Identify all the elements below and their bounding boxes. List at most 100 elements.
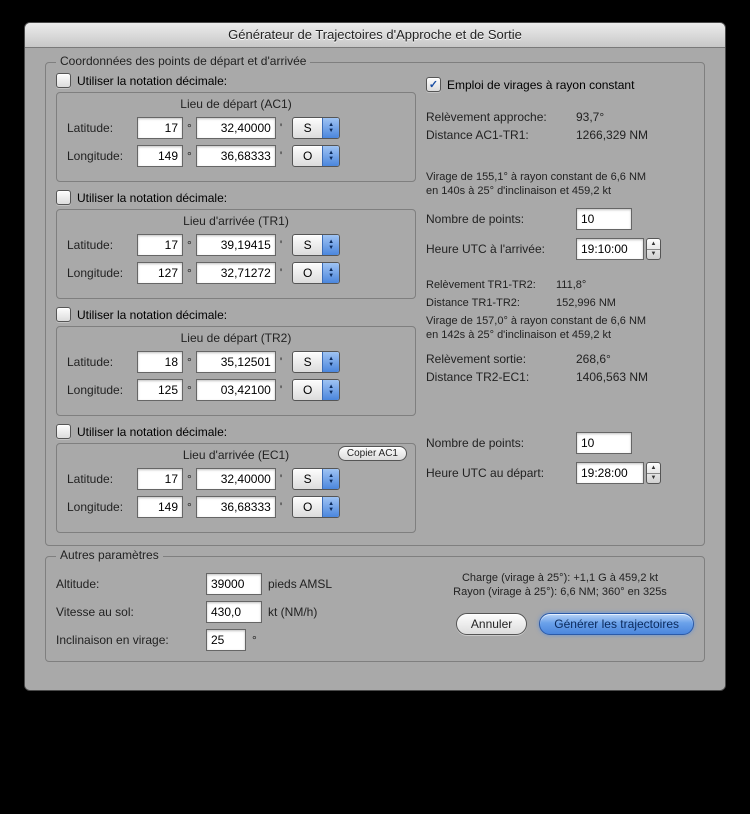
load-info: Charge (virage à 25°): +1,1 G à 459,2 kt — [426, 571, 694, 585]
decimal-checkbox-tr1[interactable] — [56, 190, 71, 205]
utc-dep-stepper[interactable]: ▲▼ — [646, 462, 661, 484]
rel-tr1tr2-value: 111,8° — [556, 278, 586, 292]
utc-dep-label: Heure UTC au départ: — [426, 466, 576, 480]
alt-label: Altitude: — [56, 577, 206, 591]
appr-bearing-label: Relèvement approche: — [426, 110, 576, 124]
decimal-checkbox-tr2[interactable] — [56, 307, 71, 322]
decimal-label-ac1: Utiliser la notation décimale: — [77, 74, 227, 88]
npoints2-label: Nombre de points: — [426, 436, 576, 450]
tr2-lat-deg-input[interactable] — [137, 351, 183, 373]
bank-input[interactable] — [206, 629, 246, 651]
rel-sortie-label: Relèvement sortie: — [426, 352, 576, 366]
dist-ac1tr1-value: 1266,329 NM — [576, 128, 648, 142]
ec1-lon-label: Longitude: — [67, 500, 137, 514]
ec1-lon-deg-input[interactable] — [137, 496, 183, 518]
window-title: Générateur de Trajectoires d'Approche et… — [25, 23, 725, 48]
turn2-info-line1: Virage de 157,0° à rayon constant de 6,6… — [426, 314, 694, 328]
ec1-lon-min-input[interactable] — [196, 496, 276, 518]
ac1-lon-deg-input[interactable] — [137, 145, 183, 167]
utc-arr-stepper[interactable]: ▲▼ — [646, 238, 661, 260]
tr2-lat-min-input[interactable] — [196, 351, 276, 373]
ac1-lat-deg-input[interactable] — [137, 117, 183, 139]
dist-tr1tr2-value: 152,996 NM — [556, 296, 616, 310]
dist-tr2ec1-value: 1406,563 NM — [576, 370, 648, 384]
ec1-lon-hemi-select[interactable]: O ▲▼ — [292, 496, 340, 518]
chevrons-icon: ▲▼ — [322, 146, 339, 166]
ac1-lat-hemi-select[interactable]: S ▲▼ — [292, 117, 340, 139]
client-area: Coordonnées des points de départ et d'ar… — [25, 48, 725, 690]
alt-unit: pieds AMSL — [268, 577, 332, 591]
npoints2-input[interactable] — [576, 432, 632, 454]
tr2-lon-deg-input[interactable] — [137, 379, 183, 401]
utc-arr-label: Heure UTC à l'arrivée: — [426, 242, 576, 256]
ac1-lon-label: Longitude: — [67, 149, 137, 163]
ac1-lat-min-input[interactable] — [196, 117, 276, 139]
tr1-lon-deg-input[interactable] — [137, 262, 183, 284]
tr2-lon-label: Longitude: — [67, 383, 137, 397]
rel-sortie-value: 268,6° — [576, 352, 611, 366]
decimal-checkbox-ec1[interactable] — [56, 424, 71, 439]
npoints1-input[interactable] — [576, 208, 632, 230]
coords-fieldset: Coordonnées des points de départ et d'ar… — [45, 62, 705, 546]
bank-label: Inclinaison en virage: — [56, 633, 206, 647]
chevrons-icon: ▲▼ — [322, 380, 339, 400]
constant-radius-checkbox[interactable] — [426, 77, 441, 92]
gs-input[interactable] — [206, 601, 262, 623]
tr2-lat-label: Latitude: — [67, 355, 137, 369]
chevrons-icon: ▲▼ — [322, 235, 339, 255]
tr1-lon-min-input[interactable] — [196, 262, 276, 284]
appr-bearing-value: 93,7° — [576, 110, 604, 124]
tr1-title: Lieu d'arrivée (TR1) — [57, 214, 415, 228]
tr1-lat-label: Latitude: — [67, 238, 137, 252]
copy-ac1-button[interactable]: Copier AC1 — [338, 446, 407, 461]
generate-button[interactable]: Générer les trajectoires — [539, 613, 694, 635]
params-fieldset: Autres paramètres Altitude: pieds AMSL V… — [45, 556, 705, 662]
ac1-box: Lieu de départ (AC1) Latitude: ° ' S ▲▼ — [56, 92, 416, 182]
bank-unit: ° — [252, 633, 257, 647]
tr2-lon-min-input[interactable] — [196, 379, 276, 401]
ec1-box: Lieu d'arrivée (EC1) Copier AC1 Latitude… — [56, 443, 416, 533]
radius-info: Rayon (virage à 25°): 6,6 NM; 360° en 32… — [426, 585, 694, 599]
chevrons-icon: ▲▼ — [322, 118, 339, 138]
utc-dep-input[interactable] — [576, 462, 644, 484]
dist-tr1tr2-label: Distance TR1-TR2: — [426, 296, 556, 310]
gs-unit: kt (NM/h) — [268, 605, 317, 619]
tr1-lon-hemi-select[interactable]: O ▲▼ — [292, 262, 340, 284]
tr1-lat-min-input[interactable] — [196, 234, 276, 256]
tr2-title: Lieu de départ (TR2) — [57, 331, 415, 345]
params-legend: Autres paramètres — [56, 548, 163, 562]
tr2-lat-hemi-select[interactable]: S ▲▼ — [292, 351, 340, 373]
ac1-lon-min-input[interactable] — [196, 145, 276, 167]
decimal-label-ec1: Utiliser la notation décimale: — [77, 425, 227, 439]
utc-arr-input[interactable] — [576, 238, 644, 260]
tr1-lat-hemi-select[interactable]: S ▲▼ — [292, 234, 340, 256]
ac1-lat-label: Latitude: — [67, 121, 137, 135]
alt-input[interactable] — [206, 573, 262, 595]
rel-tr1tr2-label: Relèvement TR1-TR2: — [426, 278, 556, 292]
ac1-title: Lieu de départ (AC1) — [57, 97, 415, 111]
turn1-info-line1: Virage de 155,1° à rayon constant de 6,6… — [426, 170, 694, 184]
dist-tr2ec1-label: Distance TR2-EC1: — [426, 370, 576, 384]
tr1-lat-deg-input[interactable] — [137, 234, 183, 256]
tr2-lon-hemi-select[interactable]: O ▲▼ — [292, 379, 340, 401]
constant-radius-label: Emploi de virages à rayon constant — [447, 78, 634, 92]
ac1-lon-hemi-select[interactable]: O ▲▼ — [292, 145, 340, 167]
decimal-label-tr2: Utiliser la notation décimale: — [77, 308, 227, 322]
decimal-checkbox-ac1[interactable] — [56, 73, 71, 88]
ec1-lat-deg-input[interactable] — [137, 468, 183, 490]
tr1-lon-label: Longitude: — [67, 266, 137, 280]
ec1-lat-min-input[interactable] — [196, 468, 276, 490]
ec1-lat-hemi-select[interactable]: S ▲▼ — [292, 468, 340, 490]
tr1-box: Lieu d'arrivée (TR1) Latitude: ° ' S ▲▼ — [56, 209, 416, 299]
chevrons-icon: ▲▼ — [322, 469, 339, 489]
turn2-info-line2: en 142s à 25° d'inclinaison et 459,2 kt — [426, 328, 694, 342]
cancel-button[interactable]: Annuler — [456, 613, 527, 635]
decimal-label-tr1: Utiliser la notation décimale: — [77, 191, 227, 205]
dist-ac1tr1-label: Distance AC1-TR1: — [426, 128, 576, 142]
chevrons-icon: ▲▼ — [322, 497, 339, 517]
tr2-box: Lieu de départ (TR2) Latitude: ° ' S ▲▼ — [56, 326, 416, 416]
gs-label: Vitesse au sol: — [56, 605, 206, 619]
dialog-window: Générateur de Trajectoires d'Approche et… — [24, 22, 726, 691]
turn1-info-line2: en 140s à 25° d'inclinaison et 459,2 kt — [426, 184, 694, 198]
chevrons-icon: ▲▼ — [322, 352, 339, 372]
